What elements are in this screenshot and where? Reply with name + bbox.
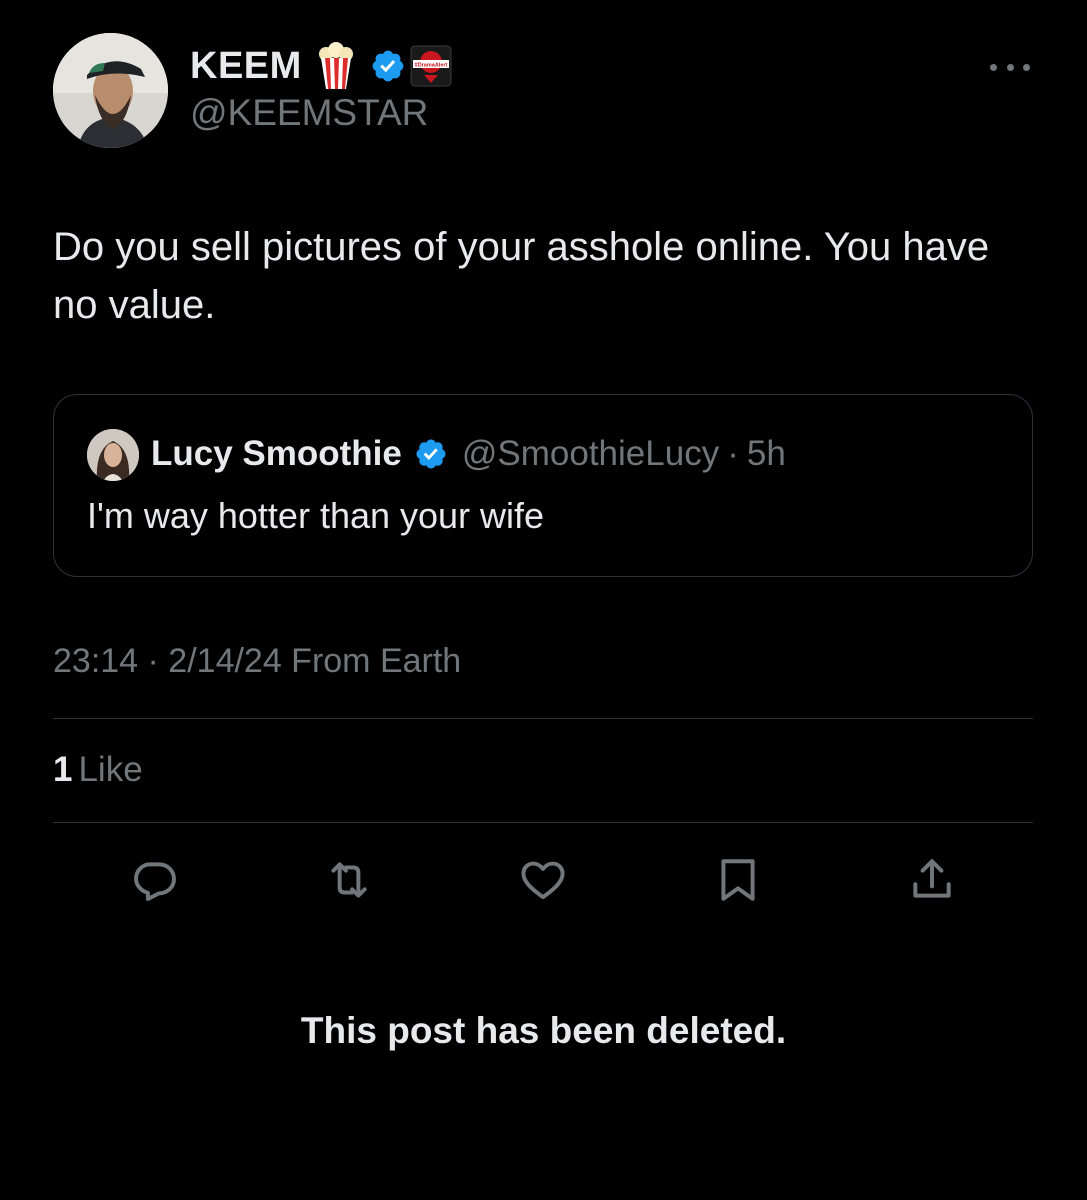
quoted-tweet-text: I'm way hotter than your wife xyxy=(87,495,545,536)
popcorn-icon xyxy=(318,42,353,89)
dramaalert-affiliate-icon[interactable]: #DramaAlert xyxy=(410,45,452,87)
divider xyxy=(53,822,1033,823)
quoted-author-avatar[interactable] xyxy=(87,429,139,481)
avatar-photo xyxy=(53,33,168,148)
quoted-time[interactable]: 5h xyxy=(747,434,786,474)
more-dot xyxy=(1023,63,1030,71)
more-dot xyxy=(1006,63,1014,71)
affiliate-badge-text: #DramaAlert xyxy=(414,63,447,69)
author-display-name[interactable]: KEEM xyxy=(190,45,302,88)
verified-badge-icon xyxy=(416,439,446,469)
post: KEEM #DramaAlert @KEEMSTAR Do you sell p… xyxy=(0,0,1087,1200)
retweet-icon xyxy=(331,862,367,898)
share-icon xyxy=(913,859,951,898)
divider xyxy=(53,718,1033,719)
like-button[interactable] xyxy=(517,854,569,906)
bookmark-button[interactable] xyxy=(712,854,764,906)
author-handle[interactable]: @KEEMSTAR xyxy=(190,92,428,134)
reply-button[interactable] xyxy=(129,854,181,906)
likes-count[interactable]: 1 Like xyxy=(53,750,143,790)
likes-number: 1 xyxy=(53,750,73,789)
tweet-timestamp[interactable]: 23:14 · 2/14/24 From Earth xyxy=(53,642,461,681)
bookmark-icon xyxy=(721,859,755,901)
tweet-text: Do you sell pictures of your asshole onl… xyxy=(53,225,990,327)
quoted-tweet-card[interactable]: Lucy Smoothie @SmoothieLucy · 5h I'm way… xyxy=(53,394,1033,577)
author-avatar[interactable] xyxy=(53,33,168,148)
retweet-button[interactable] xyxy=(323,854,375,906)
more-options-icon[interactable] xyxy=(990,55,1030,79)
likes-label: Like xyxy=(78,750,143,789)
verified-badge-icon xyxy=(372,50,404,82)
deleted-notice: This post has been deleted. xyxy=(300,1010,787,1051)
reply-icon xyxy=(134,862,176,901)
quoted-display-name[interactable]: Lucy Smoothie xyxy=(151,434,402,474)
heart-icon xyxy=(521,861,565,900)
separator-dot: · xyxy=(727,434,739,473)
share-button[interactable] xyxy=(906,854,958,906)
author-name-row: KEEM #DramaAlert xyxy=(190,40,452,92)
more-dot xyxy=(990,63,997,71)
quoted-tweet-header: Lucy Smoothie @SmoothieLucy · 5h xyxy=(151,431,786,477)
quoted-handle[interactable]: @SmoothieLucy xyxy=(462,434,719,474)
quoted-avatar-photo xyxy=(87,429,139,481)
